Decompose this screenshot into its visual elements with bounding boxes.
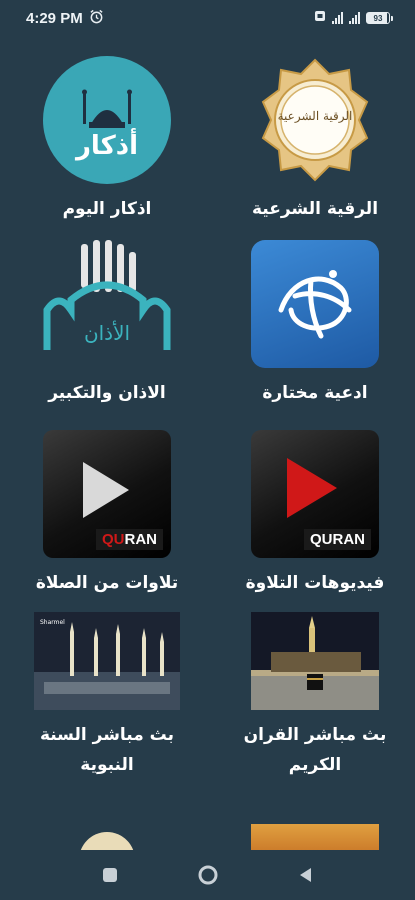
- tile-label: اذكار اليوم: [62, 199, 152, 219]
- tile-prayer-recitations[interactable]: QURAN تلاوات من الصلاة: [12, 430, 202, 598]
- tile-label: ادعية مختارة: [262, 383, 368, 403]
- sections-grid: الرقية الشرعية الرقية الشرعية أذكار اذكا…: [0, 36, 415, 850]
- partial-thumbnail: [79, 832, 135, 850]
- tile-ruqya[interactable]: الرقية الشرعية الرقية الشرعية: [220, 56, 410, 224]
- alarm-icon: [89, 9, 104, 28]
- ruqya-icon: الرقية الشرعية: [251, 56, 379, 184]
- battery-level: 93: [366, 12, 390, 24]
- recents-button[interactable]: [96, 861, 124, 889]
- quran-tag: QURAN: [96, 529, 163, 550]
- tile-dua[interactable]: ادعية مختارة: [220, 240, 410, 408]
- battery-icon: 93: [366, 12, 393, 24]
- video-play-icon: QURAN: [43, 430, 171, 558]
- partial-thumbnail: [251, 824, 379, 850]
- kaaba-photo: [251, 612, 379, 710]
- tile-label: الرقية الشرعية: [251, 199, 379, 219]
- svg-text:Sharmel: Sharmel: [40, 619, 65, 626]
- tile-label: بث مباشر القران الكريم: [243, 725, 387, 775]
- clock-text: 4:29 PM: [26, 9, 83, 27]
- ruqya-art-text: الرقية الشرعية: [278, 109, 353, 123]
- dua-icon: [251, 240, 379, 368]
- tile-label: بث مباشر السنة النبوية: [39, 725, 175, 775]
- back-button[interactable]: [292, 861, 320, 889]
- video-play-icon: QURAN: [251, 430, 379, 558]
- azkar-art-text: أذكار: [74, 128, 138, 161]
- adhan-art-text: الأذان: [84, 321, 130, 345]
- tile-partial-left[interactable]: [12, 832, 202, 850]
- signal-icon: [332, 12, 343, 24]
- tile-recitation-videos[interactable]: QURAN فيديوهات التلاوة: [220, 430, 410, 598]
- quran-tag: QURAN: [304, 529, 371, 550]
- signal-icon-2: [349, 12, 360, 24]
- triangle-back-icon: [299, 868, 311, 882]
- status-left: 4:29 PM: [26, 9, 104, 28]
- home-button[interactable]: [194, 861, 222, 889]
- square-icon: [102, 868, 117, 882]
- azkar-icon: أذكار: [43, 56, 171, 184]
- status-bar: 4:29 PM 93: [0, 0, 415, 36]
- sim-icon: [314, 9, 326, 27]
- tile-adhan[interactable]: الأذان الاذان والتكبير: [12, 240, 202, 408]
- circle-icon: [198, 865, 217, 885]
- tile-label: فيديوهات التلاوة: [245, 573, 385, 593]
- tile-label: الاذان والتكبير: [48, 383, 166, 403]
- tile-azkar[interactable]: أذكار اذكار اليوم: [12, 56, 202, 224]
- tile-live-sunnah[interactable]: Sharmel بث مباشر السنة النبوية: [12, 612, 202, 780]
- tile-live-quran[interactable]: بث مباشر القران الكريم: [220, 612, 410, 780]
- prophet-mosque-photo: Sharmel: [34, 612, 180, 710]
- system-nav-bar: [0, 850, 415, 900]
- status-right: 93: [314, 9, 393, 27]
- tile-label: تلاوات من الصلاة: [35, 573, 179, 593]
- tile-partial-right[interactable]: [220, 824, 410, 850]
- adhan-icon: الأذان: [43, 240, 171, 368]
